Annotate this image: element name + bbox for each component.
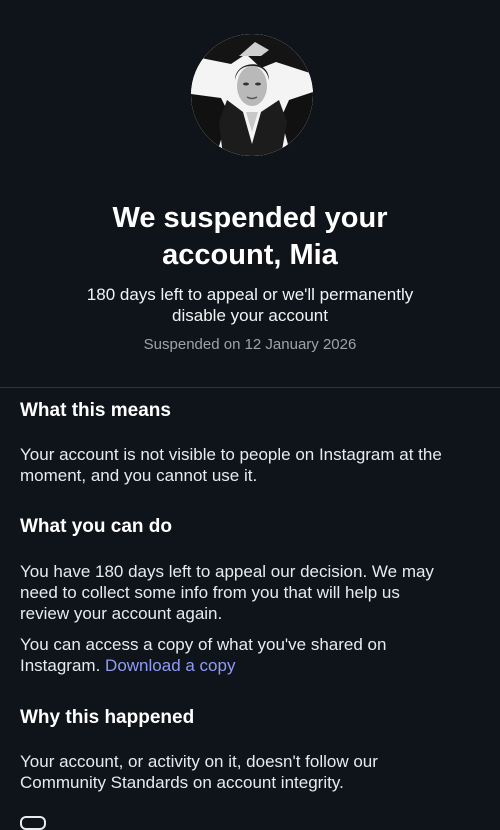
download-info-line-2: Instagram. xyxy=(20,656,101,675)
appeal-info-line-1: You have 180 days left to appeal our dec… xyxy=(20,562,434,581)
why-line-2: Community Standards on account integrity… xyxy=(20,773,344,792)
profile-avatar xyxy=(191,34,313,156)
title-line-1: We suspended your xyxy=(112,202,388,234)
subtitle-line-2: disable your account xyxy=(172,306,328,325)
what-this-means-line-1: Your account is not visible to people on… xyxy=(20,445,442,464)
appeal-info-text: You have 180 days left to appeal our dec… xyxy=(20,561,482,624)
what-you-can-do-heading: What you can do xyxy=(20,516,172,537)
subtitle-line-1: 180 days left to appeal or we'll permane… xyxy=(86,285,414,304)
download-copy-link[interactable]: Download a copy xyxy=(105,656,235,675)
title-line-2: account, Mia xyxy=(162,239,338,271)
list-item-icon xyxy=(20,816,46,830)
download-info-line-1: You can access a copy of what you've sha… xyxy=(20,635,387,654)
appeal-deadline-text: 180 days left to appeal or we'll permane… xyxy=(40,284,460,326)
download-info-text: You can access a copy of what you've sha… xyxy=(20,634,482,676)
appeal-info-line-2: need to collect some info from you that … xyxy=(20,583,400,602)
why-line-1: Your account, or activity on it, doesn't… xyxy=(20,752,378,771)
why-this-happened-heading: Why this happened xyxy=(20,707,195,728)
why-this-happened-text: Your account, or activity on it, doesn't… xyxy=(20,751,482,793)
what-this-means-text: Your account is not visible to people on… xyxy=(20,444,482,486)
what-this-means-heading: What this means xyxy=(20,400,171,421)
page-title: We suspended your account, Mia xyxy=(0,200,500,274)
what-this-means-line-2: moment, and you cannot use it. xyxy=(20,466,258,485)
profile-photo xyxy=(191,34,313,156)
section-divider xyxy=(0,387,500,388)
appeal-info-line-3: review your account again. xyxy=(20,604,223,623)
suspended-date: Suspended on 12 January 2026 xyxy=(143,336,357,353)
